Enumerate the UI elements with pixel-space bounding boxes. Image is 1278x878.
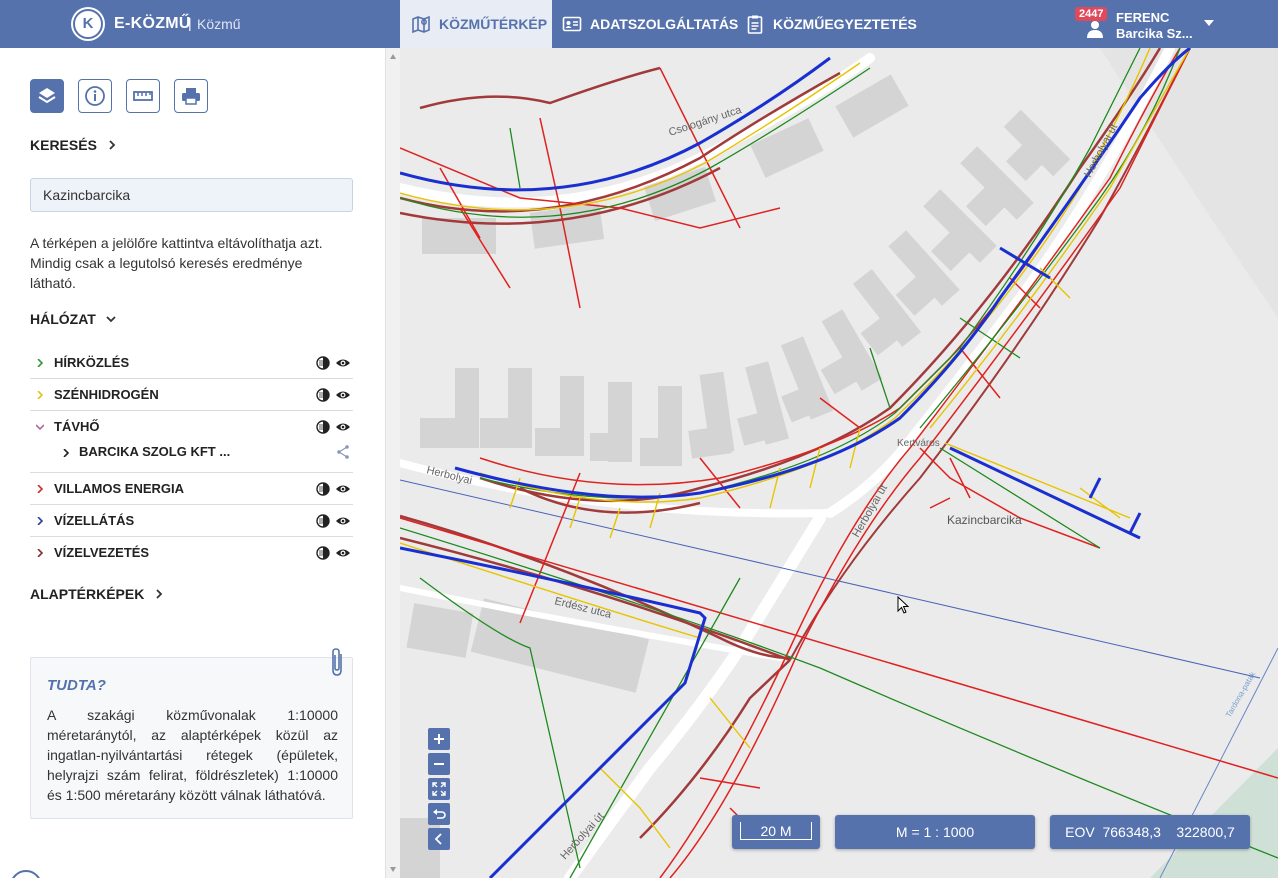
layers-button[interactable] <box>30 79 64 113</box>
user-menu-chevron-icon[interactable] <box>1204 20 1214 26</box>
chevron-right-icon[interactable] <box>36 359 44 367</box>
plus-icon <box>434 734 444 744</box>
layer-label: HÍRKÖZLÉS <box>54 355 130 370</box>
layer-row-vizelvezetes[interactable]: VÍZELVEZETÉS <box>30 537 353 569</box>
mouse-cursor-icon <box>897 596 910 614</box>
layer-label: VÍZELVEZETÉS <box>54 545 150 560</box>
layer-row-vizellatas[interactable]: VÍZELLÁTÁS <box>30 505 353 537</box>
map-ratio-label: M = 1 : 1000 <box>895 824 975 840</box>
info-button[interactable] <box>78 79 112 113</box>
logo-icon[interactable]: K <box>73 9 103 39</box>
map-ratio-box[interactable]: M = 1 : 1000 <box>835 815 1035 849</box>
scale-bar-box: 20 M <box>732 815 820 849</box>
coordinates-label: EOV 766348,3 322800,7 <box>1065 824 1235 840</box>
sidebar-scrollbar[interactable] <box>385 48 400 878</box>
network-section-toggle[interactable]: HÁLÓZAT <box>30 311 116 327</box>
chevron-right-icon[interactable] <box>36 485 44 493</box>
layer-row-szenhidrogen[interactable]: SZÉNHIDROGÉN <box>30 379 353 411</box>
search-input[interactable] <box>30 178 353 212</box>
zoom-in-button[interactable] <box>428 728 450 750</box>
visibility-eye-icon[interactable] <box>335 546 351 560</box>
sidebar-panel: KERESÉS A térképen a jelölőre kattintva … <box>0 48 385 878</box>
tip-text: A szakági közművonalak 1:10000 méretarán… <box>47 707 338 803</box>
layer-row-hirkozles[interactable]: HÍRKÖZLÉS <box>30 347 353 379</box>
scroll-down-arrow-icon[interactable] <box>390 867 396 872</box>
opacity-icon[interactable] <box>316 546 330 560</box>
sublayer-label: BARCIKA SZOLG KFT ... <box>79 444 231 459</box>
help-button[interactable] <box>10 870 42 878</box>
map-layers: Csologány utca Herbolyai út Herbolyai út… <box>400 48 1278 878</box>
info-icon <box>85 86 105 106</box>
chevron-right-icon[interactable] <box>36 391 44 399</box>
chevron-right-icon[interactable] <box>62 449 70 457</box>
sublayer-row-barcika[interactable]: BARCIKA SZOLG KFT ... <box>30 438 353 468</box>
layer-label: VÍZELLÁTÁS <box>54 513 135 528</box>
share-icon[interactable] <box>335 444 351 460</box>
utility-map-canvas[interactable]: Csologány utca Herbolyai út Herbolyai út… <box>400 48 1278 878</box>
tab-adatszolgaltatas[interactable]: ADATSZOLGÁLTATÁS <box>562 0 738 48</box>
layer-row-villamos-energia[interactable]: VILLAMOS ENERGIA <box>30 473 353 505</box>
opacity-icon[interactable] <box>316 356 330 370</box>
chevron-left-icon <box>434 833 442 845</box>
chevron-right-icon <box>109 140 116 150</box>
zoom-out-button[interactable] <box>428 753 450 775</box>
user-icon[interactable] <box>1085 19 1105 39</box>
chevron-right-icon[interactable] <box>36 549 44 557</box>
ruler-icon <box>133 91 153 101</box>
opacity-icon[interactable] <box>316 514 330 528</box>
opacity-icon[interactable] <box>316 388 330 402</box>
search-section-toggle[interactable]: KERESÉS <box>30 137 117 153</box>
visibility-eye-icon[interactable] <box>335 388 351 402</box>
chevron-right-icon <box>156 589 163 599</box>
clipboard-icon <box>747 15 763 34</box>
tip-title: TUDTA? <box>47 677 106 694</box>
map-icon <box>412 15 430 34</box>
visibility-eye-icon[interactable] <box>335 482 351 496</box>
scroll-up-arrow-icon[interactable] <box>390 54 396 59</box>
district-label-kertvaros: Kertváros <box>897 438 940 449</box>
user-name[interactable]: FERENC <box>1116 10 1169 25</box>
undo-icon <box>433 809 446 819</box>
brand-subtitle: Közmű <box>197 16 241 32</box>
expand-icon <box>432 782 446 796</box>
top-navigation-bar: K E-KÖZMŰ | Közmű KÖZMŰTÉRKÉP ADATSZOLGÁ… <box>0 0 1278 48</box>
visibility-eye-icon[interactable] <box>335 356 351 370</box>
layers-icon <box>38 88 56 104</box>
user-organization[interactable]: Barcika Sz... <box>1116 26 1193 41</box>
id-card-icon <box>562 16 582 32</box>
opacity-icon[interactable] <box>316 482 330 496</box>
brand-separator: | <box>188 15 192 31</box>
basemaps-section-toggle[interactable]: ALAPTÉRKÉPEK <box>30 586 164 602</box>
coordinates-box: EOV 766348,3 322800,7 <box>1050 815 1250 849</box>
visibility-eye-icon[interactable] <box>335 514 351 528</box>
visibility-eye-icon[interactable] <box>335 420 351 434</box>
search-info-text: A térképen a jelölőre kattintva eltávolí… <box>30 235 323 291</box>
print-icon <box>182 88 200 105</box>
fit-extent-button[interactable] <box>428 778 450 800</box>
layer-label: SZÉNHIDROGÉN <box>54 387 159 402</box>
scale-label: 20 M <box>760 823 792 839</box>
layer-label: VILLAMOS ENERGIA <box>54 481 185 496</box>
collapse-panel-button[interactable] <box>428 828 450 850</box>
chevron-down-icon[interactable] <box>36 423 44 431</box>
measure-button[interactable] <box>126 79 160 113</box>
brand-title: E-KÖZMŰ <box>114 15 191 32</box>
minus-icon <box>434 763 444 765</box>
tab-kozmuterkep[interactable]: KÖZMŰTÉRKÉP <box>400 0 552 48</box>
opacity-icon[interactable] <box>316 420 330 434</box>
paperclip-icon <box>332 648 342 676</box>
tab-kozmuegyeztetes[interactable]: KÖZMŰEGYEZTETÉS <box>745 0 917 48</box>
place-label-kazincbarcika: Kazincbarcika <box>947 513 1022 527</box>
print-button[interactable] <box>174 79 208 113</box>
layer-label: TÁVHŐ <box>54 419 100 434</box>
chevron-right-icon[interactable] <box>36 517 44 525</box>
undo-view-button[interactable] <box>428 803 450 825</box>
chevron-down-icon <box>106 316 116 323</box>
tip-box: TUDTA? A szakági közművonalak 1:10000 mé… <box>30 648 353 819</box>
